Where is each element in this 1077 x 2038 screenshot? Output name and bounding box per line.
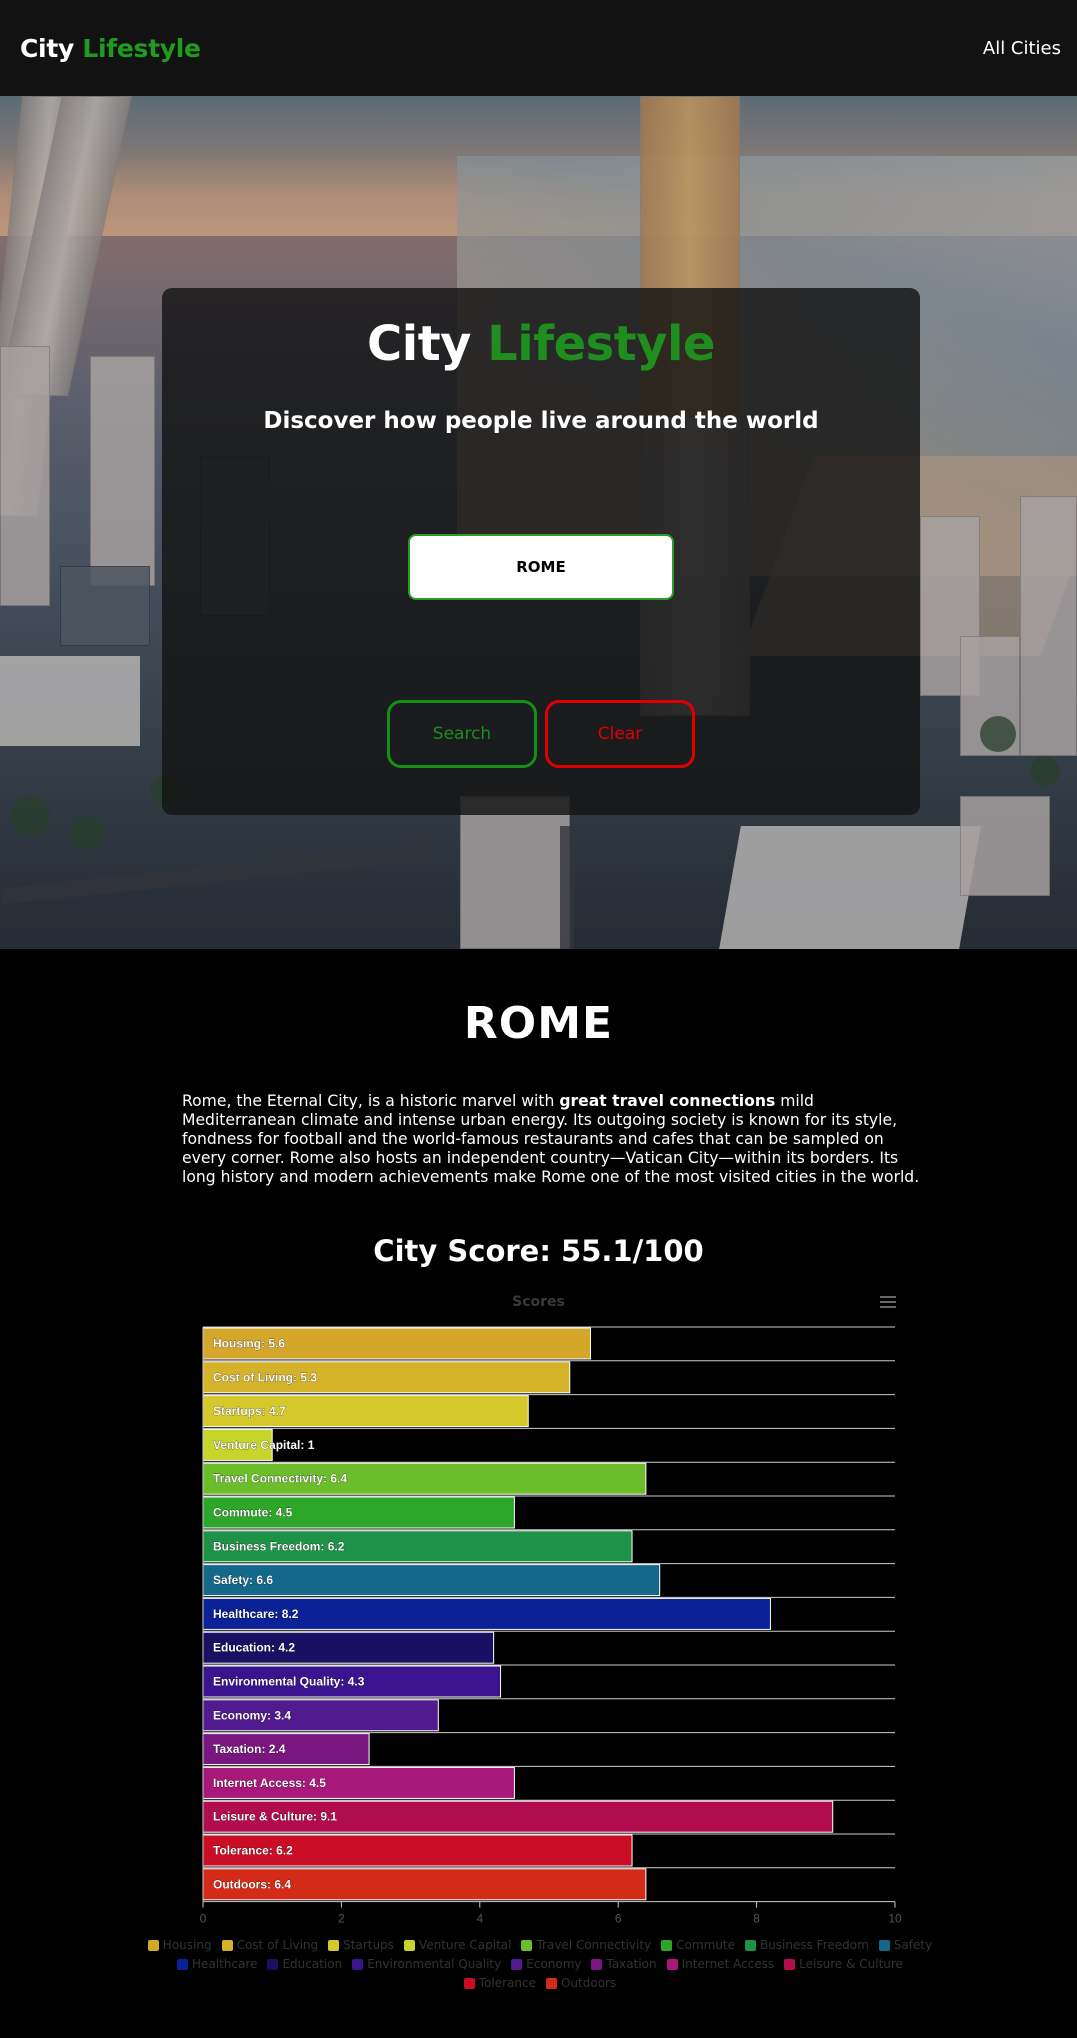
legend-swatch [744, 1939, 756, 1951]
legend-label: Internet Access [681, 1957, 775, 1971]
legend-item[interactable]: Healthcare [177, 1957, 257, 1971]
legend-item[interactable]: Leisure & Culture [784, 1957, 903, 1971]
legend-swatch [661, 1939, 673, 1951]
legend-item[interactable]: Commute [661, 1938, 735, 1952]
legend-swatch [352, 1958, 364, 1970]
legend-item[interactable]: Taxation [591, 1957, 657, 1971]
legend-swatch [328, 1939, 340, 1951]
all-cities-link[interactable]: All Cities [983, 38, 1061, 59]
legend-item[interactable]: Cost of Living [221, 1938, 319, 1952]
legend-swatch [267, 1958, 279, 1970]
legend-item[interactable]: Economy [511, 1957, 581, 1971]
bar-data-label: Education: 4.2 [213, 1641, 295, 1655]
clear-button[interactable]: Clear [545, 700, 695, 768]
bar-data-label: Business Freedom: 6.2 [213, 1539, 345, 1553]
bar-data-label: Startups: 4.7 [213, 1404, 286, 1418]
bar-data-label: Cost of Living: 5.3 [213, 1370, 317, 1384]
legend-label: Outdoors [560, 1976, 617, 1990]
legend-item[interactable]: Housing [147, 1938, 212, 1952]
legend-swatch [221, 1939, 233, 1951]
legend-item[interactable]: Tolerance [463, 1976, 536, 1990]
legend-item[interactable]: Travel Connectivity [521, 1938, 651, 1952]
button-row: Search Clear [162, 700, 920, 768]
legend-swatch [545, 1977, 557, 1989]
bar-data-label: Tolerance: 6.2 [213, 1844, 293, 1858]
legend-swatch [521, 1939, 533, 1951]
city-heading: ROME [463, 998, 614, 1049]
x-tick-label: 2 [338, 1912, 345, 1926]
legend-swatch [403, 1939, 415, 1951]
brand-logo[interactable]: City Lifestyle [20, 34, 201, 63]
legend-label: Housing [162, 1938, 212, 1952]
brand-word-city: City [20, 33, 74, 63]
legend-label: Healthcare [192, 1957, 258, 1971]
legend-label: Taxation [606, 1957, 657, 1971]
brand-word-lifestyle: Lifestyle [82, 33, 201, 63]
bar-data-label: Housing: 5.6 [213, 1337, 285, 1351]
bar-data-label: Outdoors: 6.4 [213, 1877, 291, 1891]
bar-data-label: Safety: 6.6 [213, 1573, 273, 1587]
x-tick-label: 0 [200, 1912, 207, 1926]
search-card: City Lifestyle Discover how people live … [162, 288, 920, 815]
legend-swatch [878, 1939, 890, 1951]
legend-label: Travel Connectivity [536, 1938, 652, 1952]
x-tick-label: 10 [888, 1912, 902, 1926]
legend-label: Safety [893, 1938, 933, 1952]
legend-swatch [147, 1939, 159, 1951]
legend-label: Economy [526, 1957, 582, 1971]
bar-data-label: Healthcare: 8.2 [213, 1607, 299, 1621]
legend-item[interactable]: Business Freedom [744, 1938, 869, 1952]
legend-swatch [463, 1977, 475, 1989]
bar-data-label: Taxation: 2.4 [213, 1742, 286, 1756]
hero-title: City Lifestyle [162, 316, 920, 372]
legend-label: Cost of Living [236, 1938, 319, 1952]
bar-data-label: Venture Capital: 1 [213, 1438, 315, 1452]
legend-item[interactable]: Outdoors [545, 1976, 617, 1990]
legend-swatch [666, 1958, 678, 1970]
legend-swatch [177, 1958, 189, 1970]
city-description-highlight: great travel connections [559, 1092, 776, 1110]
bar-data-label: Leisure & Culture: 9.1 [213, 1810, 337, 1824]
legend-label: Commute [676, 1938, 735, 1952]
search-button[interactable]: Search [387, 700, 537, 768]
legend-label: Leisure & Culture [799, 1957, 903, 1971]
legend-swatch [591, 1958, 603, 1970]
legend-label: Venture Capital [418, 1938, 512, 1952]
legend-item[interactable]: Safety [878, 1938, 933, 1952]
scores-bar-chart: Housing: 5.6 Cost of Living: 5.3 Startups:… [200, 1326, 902, 1926]
city-score: City Score: 55.1/100 [373, 1234, 704, 1268]
bar-data-label: Environmental Quality: 4.3 [213, 1675, 365, 1689]
legend-label: Startups [343, 1938, 394, 1952]
chart-menu-icon[interactable] [880, 1296, 896, 1308]
legend-label: Environmental Quality [367, 1957, 502, 1971]
bar-data-label: Commute: 4.5 [213, 1506, 293, 1520]
top-navbar: City Lifestyle All Cities [0, 0, 1077, 96]
x-tick-label: 4 [476, 1912, 483, 1926]
bar-data-label: Travel Connectivity: 6.4 [213, 1472, 347, 1486]
x-tick-label: 8 [753, 1912, 760, 1926]
chart-legend: Housing Cost of Living Startups Venture Cap… [140, 1938, 940, 1990]
legend-swatch [511, 1958, 523, 1970]
bar-data-label: Internet Access: 4.5 [213, 1776, 326, 1790]
legend-item[interactable]: Startups [328, 1938, 394, 1952]
hero-title-city: City [367, 316, 471, 372]
legend-item[interactable]: Environmental Quality [352, 1957, 501, 1971]
chart-title: Scores [512, 1294, 565, 1310]
city-description: Rome, the Eternal City, is a historic ma… [182, 1092, 922, 1187]
hero-subtitle: Discover how people live around the worl… [263, 408, 819, 434]
legend-item[interactable]: Internet Access [666, 1957, 775, 1971]
legend-item[interactable]: Education [267, 1957, 342, 1971]
legend-item[interactable]: Venture Capital [403, 1938, 512, 1952]
legend-label: Education [282, 1957, 343, 1971]
hero-title-lifestyle: Lifestyle [487, 316, 715, 372]
legend-swatch [784, 1958, 796, 1970]
legend-label: Tolerance [478, 1976, 536, 1990]
city-search-input[interactable] [408, 534, 674, 600]
x-tick-label: 6 [615, 1912, 622, 1926]
legend-label: Business Freedom [759, 1938, 869, 1952]
bar-data-label: Economy: 3.4 [213, 1708, 291, 1722]
city-description-text-1: Rome, the Eternal City, is a historic ma… [182, 1092, 560, 1110]
